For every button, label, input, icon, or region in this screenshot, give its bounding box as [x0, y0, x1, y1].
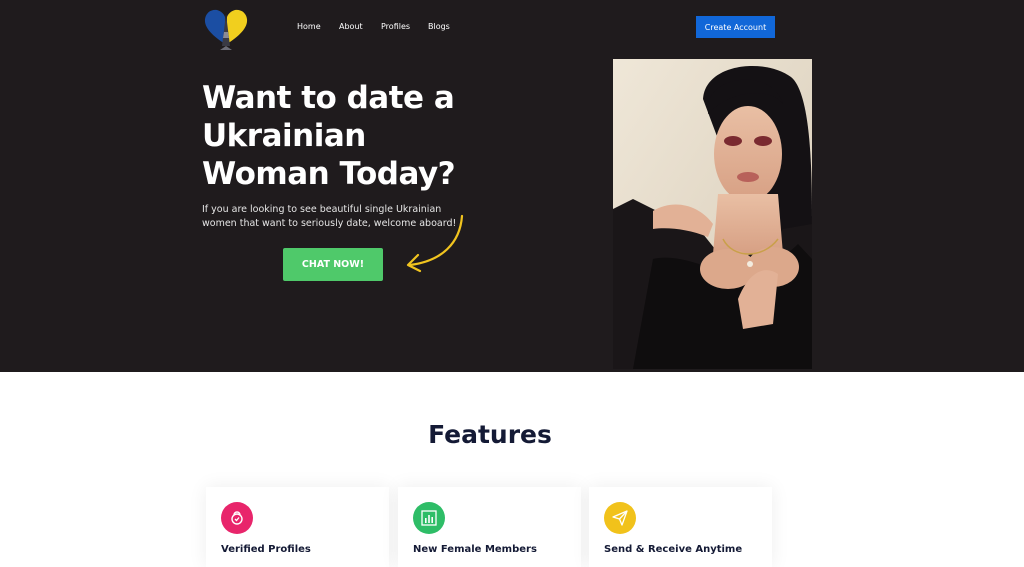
send-icon [604, 502, 636, 534]
hero-title: Want to date a Ukrainian Woman Today? [202, 80, 456, 192]
nav-profiles[interactable]: Profiles [381, 22, 410, 31]
chat-now-button[interactable]: CHAT NOW! [283, 248, 383, 281]
nav-blogs[interactable]: Blogs [428, 22, 450, 31]
features-title: Features [428, 420, 552, 449]
lock-icon [221, 502, 253, 534]
hero-woman-photo [613, 59, 812, 369]
curved-arrow-icon [406, 214, 464, 273]
feature-card-verified[interactable]: Verified Profiles [206, 487, 389, 567]
create-account-button[interactable]: Create Account [696, 16, 775, 38]
nav-about[interactable]: About [339, 22, 363, 31]
feature-card-new-members[interactable]: New Female Members [398, 487, 581, 567]
feature-card-title: Verified Profiles [221, 544, 311, 555]
feature-card-title: New Female Members [413, 544, 537, 555]
site-logo[interactable] [203, 8, 249, 50]
bar-chart-icon [413, 502, 445, 534]
nav-home[interactable]: Home [297, 22, 321, 31]
hero-section: Home About Profiles Blogs Create Account… [0, 0, 1024, 372]
feature-card-send-receive[interactable]: Send & Receive Anytime [589, 487, 772, 567]
feature-card-title: Send & Receive Anytime [604, 544, 743, 555]
